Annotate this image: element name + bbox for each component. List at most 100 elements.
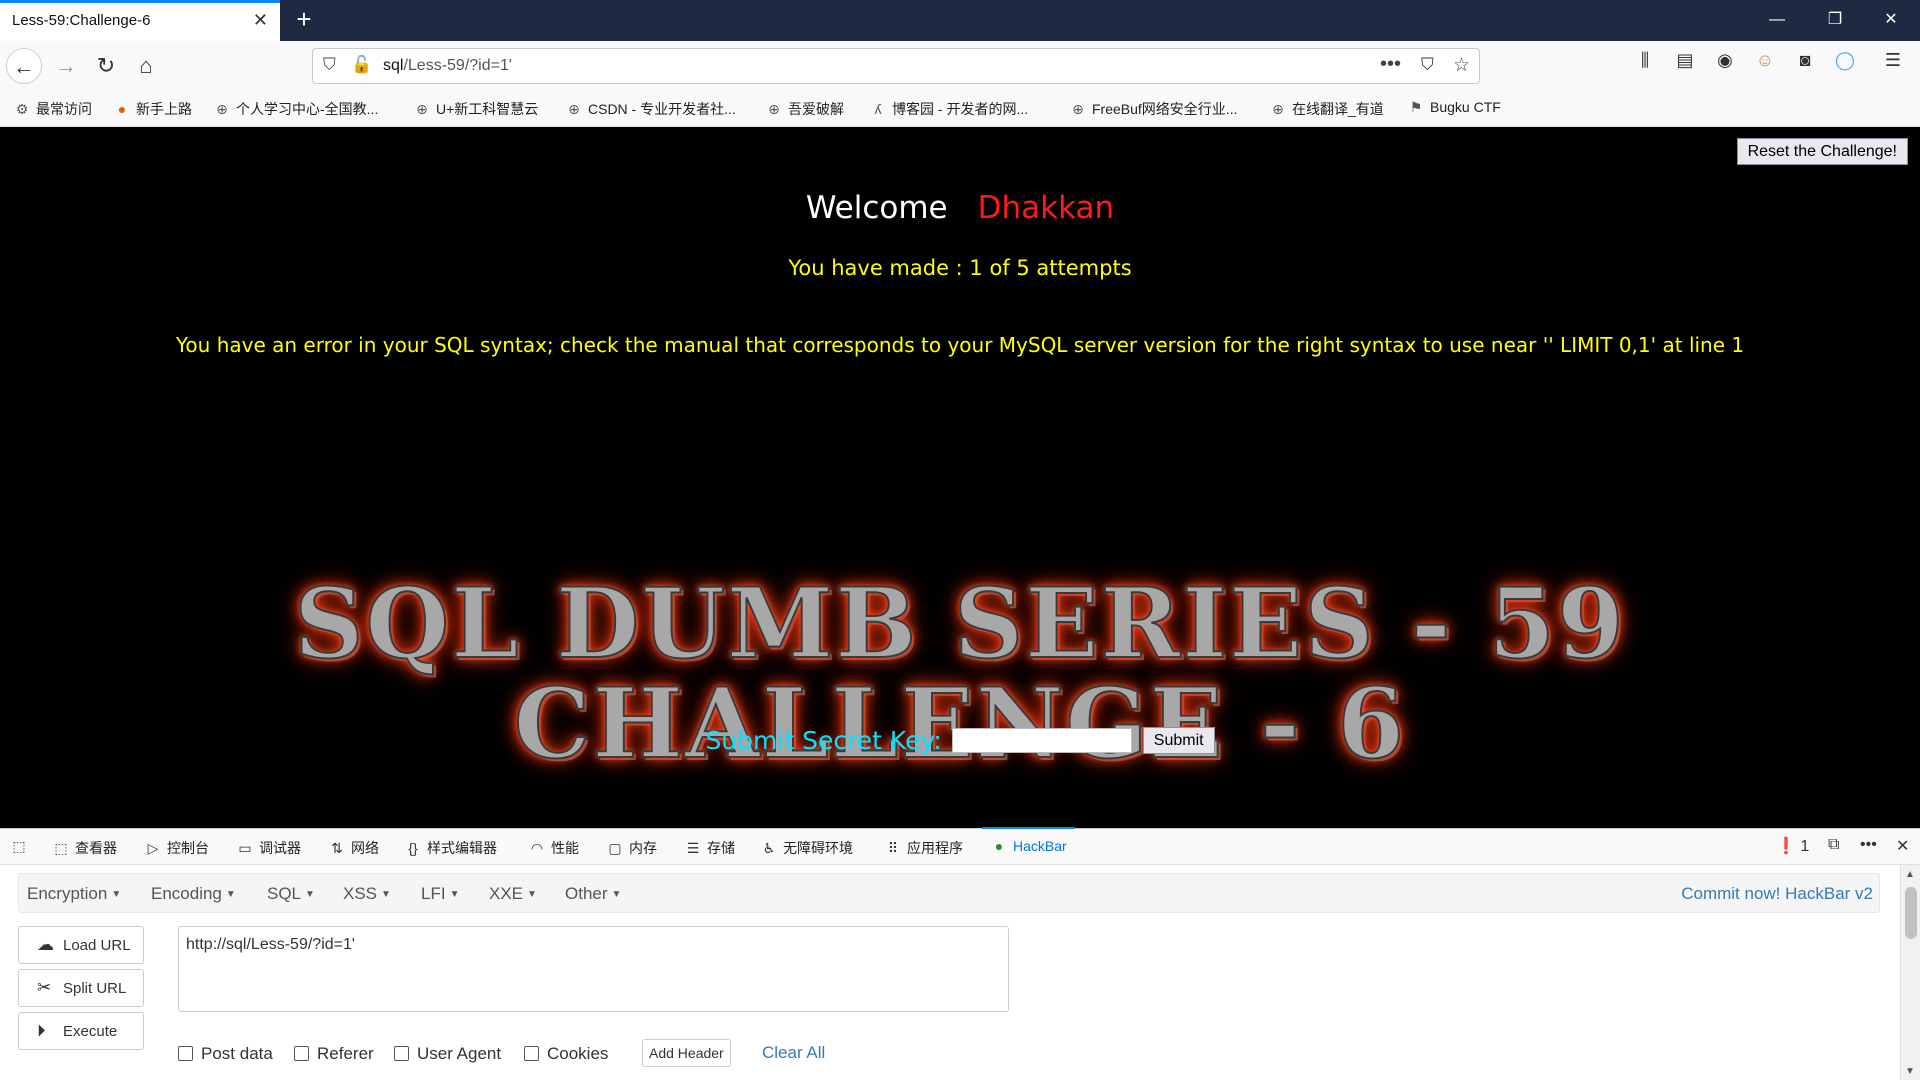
pocket-icon[interactable]: ⛉	[1421, 55, 1434, 75]
page-actions-icon[interactable]: •••	[1380, 53, 1401, 76]
submit-button[interactable]: Submit	[1142, 727, 1215, 754]
tab-application[interactable]: ⠿ 应用程序	[884, 838, 963, 858]
forward-button[interactable]: →	[48, 48, 84, 84]
library-icon[interactable]: ⫼	[1632, 47, 1658, 73]
dock-toggle-icon[interactable]: ⧉	[1828, 836, 1839, 854]
split-url-button[interactable]: ✂ Split URL	[18, 969, 144, 1007]
tab-performance[interactable]: ◠ 性能	[528, 838, 579, 858]
caret-down-icon: ▼	[449, 889, 460, 901]
reset-challenge-button[interactable]: Reset the Challenge!	[1736, 138, 1908, 165]
caret-down-icon: ▼	[527, 889, 537, 901]
add-header-button[interactable]: Add Header	[642, 1039, 731, 1067]
bookmark-item[interactable]: ● 新手上路	[114, 99, 192, 119]
banner-line-2: CHALLENGE - 6	[513, 666, 1407, 781]
clear-all-link[interactable]: Clear All	[762, 1043, 825, 1063]
bookmark-item[interactable]: ⚑ Bugku CTF	[1408, 99, 1501, 116]
globe-icon: ⊕	[1072, 101, 1084, 117]
browser-tab-active[interactable]: Less-59:Challenge-6 ✕	[0, 0, 280, 41]
menu-encoding[interactable]: Encoding ▼	[151, 884, 236, 904]
debugger-icon: ▭	[238, 840, 252, 856]
bookmark-item[interactable]: ⊕ 个人学习中心-全国教...	[214, 99, 378, 119]
close-window-button[interactable]: ✕	[1868, 6, 1914, 36]
banner-line-1: SQL DUMB SERIES - 59	[293, 566, 1626, 681]
hackbar-icon: ●	[994, 838, 1004, 854]
scroll-down-icon[interactable]: ▼	[1905, 1066, 1915, 1077]
tab-accessibility[interactable]: ♿ 无障碍环境	[760, 838, 853, 858]
console-icon: ▷	[147, 840, 159, 856]
extension-glasses-icon[interactable]: ◙	[1792, 47, 1818, 73]
tab-network[interactable]: ⇅ 网络	[328, 838, 379, 858]
menu-icon[interactable]: ☰	[1880, 47, 1906, 73]
menu-xxe[interactable]: XXE ▼	[489, 884, 537, 904]
caret-down-icon: ▼	[111, 889, 122, 901]
caret-down-icon: ▼	[225, 889, 236, 901]
account-icon[interactable]: ◉	[1712, 47, 1738, 73]
minimize-window-button[interactable]: —	[1754, 6, 1800, 36]
reload-button[interactable]: ↻	[88, 48, 124, 84]
extension-circle-icon[interactable]: ◯	[1832, 47, 1858, 73]
gear-icon: ⚙	[15, 101, 29, 117]
error-count-badge[interactable]: ❗ 1	[1776, 836, 1809, 856]
menu-encryption[interactable]: Encryption ▼	[27, 884, 121, 904]
devtools-menu-icon[interactable]: •••	[1860, 836, 1877, 854]
tab-close-icon[interactable]: ✕	[253, 10, 268, 31]
url-text: sql/Less-59/?id=1'	[383, 57, 512, 74]
tab-hackbar[interactable]: ● HackBar	[982, 827, 1075, 854]
bookmarks-toolbar: ⚙ 最常访问 ● 新手上路 ⊕ 个人学习中心-全国教... ⊕ U+新工科智慧云 ⊕ CS…	[0, 91, 1920, 127]
devtools-scrollbar[interactable]: ▲ ▼	[1900, 865, 1920, 1080]
firefox-icon: ●	[117, 101, 127, 117]
bookmark-star-icon[interactable]: ☆	[1453, 54, 1470, 77]
hackbar-url-input[interactable]: http://sql/Less-59/?id=1'	[178, 926, 1009, 1012]
bookmark-item[interactable]: ⊕ FreeBuf网络安全行业...	[1070, 99, 1237, 119]
execute-button[interactable]: ⏵ Execute	[18, 1012, 144, 1050]
scrollbar-thumb[interactable]	[1905, 887, 1917, 939]
bookmark-item[interactable]: ⊕ CSDN - 专业开发者社...	[566, 99, 736, 119]
close-devtools-icon[interactable]: ✕	[1896, 836, 1909, 856]
shield-icon[interactable]: ⛉	[323, 55, 336, 75]
menu-lfi[interactable]: LFI ▼	[421, 884, 459, 904]
extension-monkey-icon[interactable]: ☺	[1752, 47, 1778, 73]
tab-inspector[interactable]: ⬚ 查看器	[52, 838, 117, 858]
page-content: Reset the Challenge! Welcome Dhakkan You …	[0, 127, 1920, 828]
hackbar-menubar: Encryption ▼ Encoding ▼ SQL ▼ XSS ▼ LFI ▼ XXE…	[18, 873, 1880, 913]
caret-down-icon: ▼	[381, 889, 391, 901]
insecure-lock-icon[interactable]: 🔓	[351, 55, 372, 75]
caret-down-icon: ▼	[611, 889, 622, 901]
cookies-checkbox[interactable]: Cookies	[524, 1044, 608, 1064]
bookmark-item[interactable]: ʎ 博客园 - 开发者的网...	[870, 99, 1029, 119]
new-tab-button[interactable]: +	[288, 4, 320, 36]
menu-other[interactable]: Other ▼	[565, 884, 621, 904]
bookmark-item[interactable]: ⊕ 吾爱破解	[766, 99, 844, 119]
devtools-tab-bar: ⬚ ⬚ 查看器 ▷ 控制台 ▭ 调试器 ⇅ 网络 {} 样式编辑器 ◠ 性能 ▢ 内存 ☰ 存储…	[0, 827, 1920, 865]
gauge-icon: ◠	[530, 840, 544, 856]
bookmark-item[interactable]: ⊕ U+新工科智慧云	[414, 99, 538, 119]
globe-icon: ⊕	[1272, 101, 1284, 117]
tab-storage[interactable]: ☰ 存储	[684, 838, 735, 858]
commit-link[interactable]: Commit now! HackBar v2	[1681, 884, 1873, 904]
back-button[interactable]: ←	[6, 48, 42, 84]
scroll-up-icon[interactable]: ▲	[1905, 869, 1915, 880]
load-url-button[interactable]: ☁ Load URL	[18, 926, 144, 964]
storage-icon: ☰	[686, 840, 700, 856]
tab-debugger[interactable]: ▭ 调试器	[236, 838, 301, 858]
home-button[interactable]: ⌂	[128, 48, 164, 84]
element-picker-icon[interactable]: ⬚	[10, 838, 33, 855]
tab-console[interactable]: ▷ 控制台	[144, 838, 209, 858]
url-bar[interactable]: ⛉ 🔓 sql/Less-59/?id=1' ••• ⛉ ☆	[312, 48, 1480, 84]
referer-checkbox[interactable]: Referer	[294, 1044, 374, 1064]
caret-down-icon: ▼	[305, 889, 315, 901]
braces-icon: {}	[408, 840, 418, 856]
post-data-checkbox[interactable]: Post data	[178, 1044, 273, 1064]
restore-window-button[interactable]: ❐	[1812, 6, 1858, 36]
tab-style-editor[interactable]: {} 样式编辑器	[404, 838, 497, 858]
user-name: Dhakkan	[977, 190, 1115, 226]
sidebar-icon[interactable]: ▤	[1672, 47, 1698, 73]
tab-title: Less-59:Challenge-6	[12, 12, 151, 29]
menu-sql[interactable]: SQL ▼	[267, 884, 315, 904]
bookmark-item[interactable]: ⊕ 在线翻译_有道	[1270, 99, 1384, 119]
menu-xss[interactable]: XSS ▼	[343, 884, 391, 904]
bookmark-item[interactable]: ⚙ 最常访问	[14, 99, 92, 119]
user-agent-checkbox[interactable]: User Agent	[394, 1044, 501, 1064]
secret-key-input[interactable]	[952, 728, 1133, 753]
tab-memory[interactable]: ▢ 内存	[606, 838, 657, 858]
